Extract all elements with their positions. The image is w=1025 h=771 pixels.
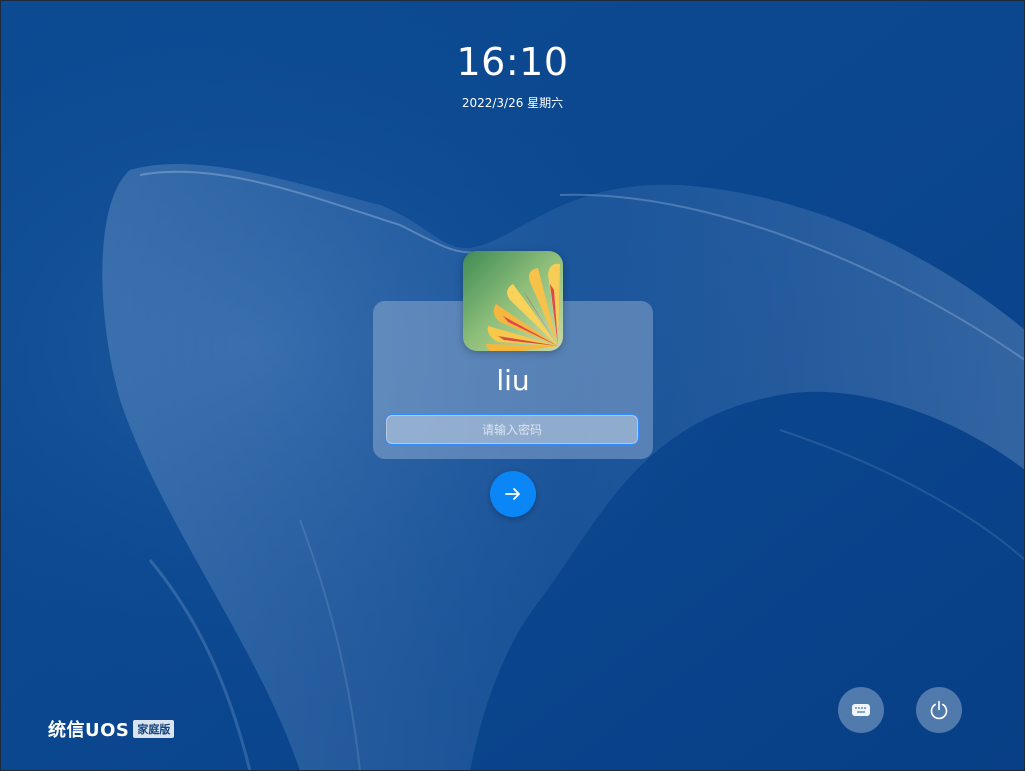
clock-time: 16:10	[456, 40, 569, 84]
keyboard-layout-button[interactable]	[838, 687, 884, 733]
login-submit-button[interactable]	[490, 471, 536, 517]
username-label: liu	[496, 364, 530, 397]
brand-name: 统信UOS	[48, 720, 130, 741]
brand-logo: 统信UOS 家庭版	[48, 716, 175, 742]
keyboard-icon	[852, 704, 870, 716]
clock-date: 2022/3/26 星期六	[461, 96, 564, 110]
user-avatar[interactable]	[463, 251, 563, 351]
password-input[interactable]	[385, 414, 639, 445]
power-button[interactable]	[916, 687, 962, 733]
brand-edition-badge: 家庭版	[133, 720, 175, 738]
flower-avatar-image	[463, 251, 563, 351]
arrow-right-icon	[505, 488, 520, 500]
power-icon	[930, 700, 948, 720]
